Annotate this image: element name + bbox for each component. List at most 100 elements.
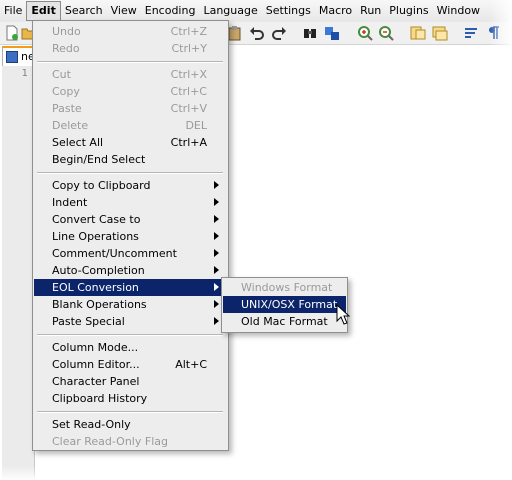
menu-comment-uncomment[interactable]: Comment/Uncomment xyxy=(34,245,227,262)
menu-character-panel[interactable]: Character Panel xyxy=(34,373,227,390)
menu-column-mode[interactable]: Column Mode... xyxy=(34,339,227,356)
sync-horizontal-icon[interactable] xyxy=(432,25,448,41)
menu-cut-label: Cut xyxy=(52,68,71,81)
submenu-arrow-icon xyxy=(214,283,219,291)
menu-line-operations[interactable]: Line Operations xyxy=(34,228,227,245)
submenu-arrow-icon xyxy=(214,215,219,223)
menu-clipboard-history[interactable]: Clipboard History xyxy=(34,390,227,407)
submenu-arrow-icon xyxy=(214,266,219,274)
line-number: 1 xyxy=(21,68,28,79)
menu-column-editor[interactable]: Column Editor... Alt+C xyxy=(34,356,227,373)
menu-copy[interactable]: Copy Ctrl+C xyxy=(34,83,227,100)
menu-cut[interactable]: Cut Ctrl+X xyxy=(34,66,227,83)
menu-redo-shortcut: Ctrl+Y xyxy=(171,42,207,55)
document-tab[interactable]: ne xyxy=(2,46,35,66)
menu-undo[interactable]: Undo Ctrl+Z xyxy=(34,23,227,40)
paste-icon[interactable] xyxy=(227,25,243,41)
submenu-old-mac-format[interactable]: Old Mac Format xyxy=(223,313,346,330)
menu-delete[interactable]: Delete DEL xyxy=(34,117,227,134)
menu-redo[interactable]: Redo Ctrl+Y xyxy=(34,40,227,57)
menu-indent[interactable]: Indent xyxy=(34,194,227,211)
menu-begin-end-select-label: Begin/End Select xyxy=(52,153,146,166)
menu-separator xyxy=(37,411,223,413)
replace-icon[interactable] xyxy=(324,25,340,41)
menu-search[interactable]: Search xyxy=(61,1,107,21)
menu-auto-completion-label: Auto-Completion xyxy=(52,264,145,277)
word-wrap-icon[interactable] xyxy=(464,25,480,41)
menu-redo-label: Redo xyxy=(52,42,80,55)
submenu-old-mac-format-label: Old Mac Format xyxy=(241,315,328,328)
menu-separator xyxy=(37,334,223,336)
menu-run[interactable]: Run xyxy=(356,1,385,21)
menu-eol-conversion-label: EOL Conversion xyxy=(52,281,139,294)
menu-copy-to-clipboard[interactable]: Copy to Clipboard xyxy=(34,177,227,194)
menu-copy-shortcut: Ctrl+C xyxy=(170,85,207,98)
submenu-arrow-icon xyxy=(214,300,219,308)
line-number-gutter: 1 xyxy=(2,66,35,480)
menu-set-read-only[interactable]: Set Read-Only xyxy=(34,416,227,433)
menu-macro[interactable]: Macro xyxy=(315,1,356,21)
mouse-pointer-icon xyxy=(336,304,350,325)
undo-icon[interactable] xyxy=(249,25,265,41)
menu-separator xyxy=(37,61,223,63)
menu-undo-label: Undo xyxy=(52,25,81,38)
menu-select-all[interactable]: Select All Ctrl+A xyxy=(34,134,227,151)
submenu-arrow-icon xyxy=(214,249,219,257)
menu-separator xyxy=(37,172,223,174)
menu-comment-uncomment-label: Comment/Uncomment xyxy=(52,247,177,260)
menu-paste-label: Paste xyxy=(52,102,82,115)
menu-set-read-only-label: Set Read-Only xyxy=(52,418,131,431)
menu-select-all-shortcut: Ctrl+A xyxy=(170,136,207,149)
eol-conversion-submenu: Windows Format UNIX/OSX Format Old Mac F… xyxy=(221,277,348,333)
window-fade-right xyxy=(490,0,512,480)
menu-plugins[interactable]: Plugins xyxy=(385,1,432,21)
menu-line-operations-label: Line Operations xyxy=(52,230,139,243)
menu-undo-shortcut: Ctrl+Z xyxy=(170,25,207,38)
menu-character-panel-label: Character Panel xyxy=(52,375,140,388)
menu-paste-special-label: Paste Special xyxy=(52,315,125,328)
zoom-in-icon[interactable] xyxy=(357,25,373,41)
menu-file[interactable]: File xyxy=(0,1,26,21)
menu-auto-completion[interactable]: Auto-Completion xyxy=(34,262,227,279)
menu-blank-operations[interactable]: Blank Operations xyxy=(34,296,227,313)
submenu-windows-format[interactable]: Windows Format xyxy=(223,279,346,296)
zoom-out-icon[interactable] xyxy=(378,25,394,41)
find-icon[interactable] xyxy=(302,25,318,41)
menu-select-all-label: Select All xyxy=(52,136,104,149)
menu-clear-read-only[interactable]: Clear Read-Only Flag xyxy=(34,433,227,450)
menu-eol-conversion[interactable]: EOL Conversion xyxy=(34,279,227,296)
menu-language[interactable]: Language xyxy=(199,1,261,21)
menu-indent-label: Indent xyxy=(52,196,88,209)
edit-menu: Undo Ctrl+Z Redo Ctrl+Y Cut Ctrl+X Copy … xyxy=(32,20,229,451)
submenu-arrow-icon xyxy=(214,232,219,240)
submenu-arrow-icon xyxy=(214,198,219,206)
menu-delete-label: Delete xyxy=(52,119,89,132)
redo-icon[interactable] xyxy=(271,25,287,41)
menu-paste[interactable]: Paste Ctrl+V xyxy=(34,100,227,117)
menu-blank-operations-label: Blank Operations xyxy=(52,298,147,311)
menu-encoding[interactable]: Encoding xyxy=(141,1,200,21)
menu-copy-label: Copy xyxy=(52,85,80,98)
new-file-icon[interactable] xyxy=(4,25,20,41)
menu-delete-shortcut: DEL xyxy=(185,119,207,132)
sync-vertical-icon[interactable] xyxy=(410,25,426,41)
menu-paste-special[interactable]: Paste Special xyxy=(34,313,227,330)
submenu-unix-osx-format-label: UNIX/OSX Format xyxy=(241,298,338,311)
menu-edit[interactable]: Edit xyxy=(26,1,61,21)
menu-clipboard-history-label: Clipboard History xyxy=(52,392,148,405)
menu-column-editor-shortcut: Alt+C xyxy=(175,358,207,371)
menu-convert-case[interactable]: Convert Case to xyxy=(34,211,227,228)
submenu-arrow-icon xyxy=(214,317,219,325)
menu-column-mode-label: Column Mode... xyxy=(52,341,139,354)
submenu-arrow-icon xyxy=(214,181,219,189)
menu-clear-read-only-label: Clear Read-Only Flag xyxy=(52,435,168,448)
window-fade-bottom xyxy=(0,466,512,480)
menu-begin-end-select[interactable]: Begin/End Select xyxy=(34,151,227,168)
submenu-unix-osx-format[interactable]: UNIX/OSX Format xyxy=(223,296,346,313)
save-icon xyxy=(6,51,18,63)
menu-cut-shortcut: Ctrl+X xyxy=(170,68,207,81)
menu-window[interactable]: Window xyxy=(433,1,484,21)
submenu-windows-format-label: Windows Format xyxy=(241,281,333,294)
menu-settings[interactable]: Settings xyxy=(262,1,315,21)
menu-view[interactable]: View xyxy=(107,1,141,21)
